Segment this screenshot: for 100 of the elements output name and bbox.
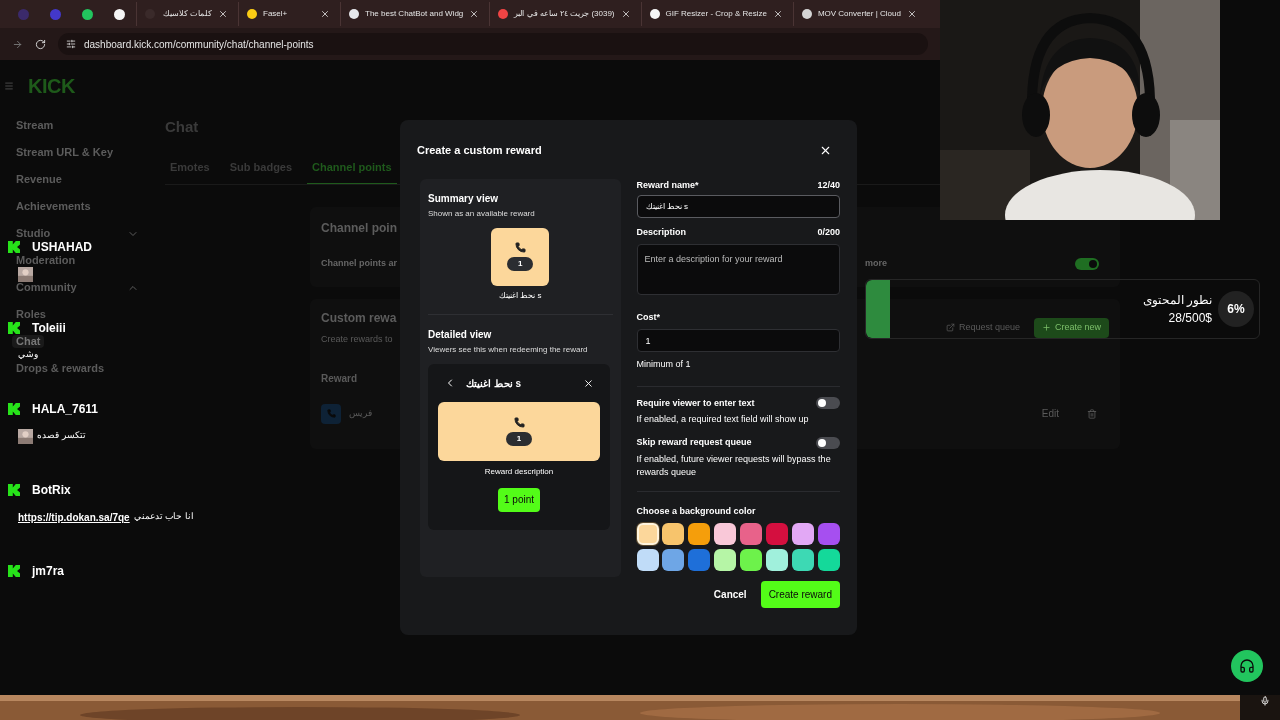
phone-icon: [513, 416, 525, 428]
description-field[interactable]: Enter a description for your reward: [636, 243, 840, 295]
browser-tab[interactable]: The best ChatBot and Widg: [340, 2, 488, 26]
toggle-switch[interactable]: [816, 436, 840, 449]
kick-icon: [8, 484, 20, 496]
redeem-button[interactable]: 1 point: [498, 487, 540, 512]
color-swatch[interactable]: [662, 523, 685, 545]
sidebar-item[interactable]: Stream: [12, 119, 58, 132]
color-swatch[interactable]: [740, 549, 763, 571]
tab-title: GIF Resizer - Crop & Resize: [665, 8, 767, 20]
url-text: dashboard.kick.com/community/chat/channel-points: [84, 37, 314, 52]
section-title: Choose a background color: [636, 504, 757, 518]
page-tab[interactable]: Channel points: [307, 158, 397, 184]
kick-icon: [8, 403, 20, 415]
external-link-icon: [945, 323, 955, 333]
close-icon[interactable]: [620, 9, 631, 19]
tab-title: Fasel+: [263, 8, 289, 20]
browser-tab[interactable]: MOV Converter | Cloud: [792, 2, 925, 26]
close-icon[interactable]: [906, 9, 917, 19]
chat-username: Toleiii: [32, 320, 66, 337]
color-swatch[interactable]: [688, 549, 711, 571]
color-swatch[interactable]: [792, 549, 815, 571]
more-link[interactable]: more: [865, 257, 888, 271]
sidebar-item[interactable]: Community: [12, 281, 81, 294]
reward-description: Reward description: [484, 465, 554, 478]
field-label: Reward name*: [636, 178, 699, 192]
phone-icon: [514, 242, 526, 253]
browser-tab[interactable]: Fasel+: [238, 2, 338, 26]
cancel-button[interactable]: Cancel: [711, 587, 749, 602]
kick-icon: [8, 565, 20, 577]
field-label: Description: [636, 226, 687, 239]
toggle-switch[interactable]: [1075, 257, 1099, 270]
cost-field[interactable]: 1: [636, 329, 840, 352]
chat-message: وشي: [18, 348, 38, 362]
color-swatch[interactable]: [740, 523, 763, 545]
color-swatch[interactable]: [766, 523, 789, 545]
kick-logo[interactable]: KICK: [28, 71, 75, 101]
color-swatch[interactable]: [818, 549, 841, 571]
close-icon[interactable]: [583, 377, 594, 389]
reward-name: فريس: [349, 406, 372, 421]
color-swatch[interactable]: [662, 549, 685, 571]
color-swatch[interactable]: [688, 523, 711, 545]
support-button[interactable]: [1231, 650, 1263, 682]
field-hint: Minimum of 1: [636, 358, 692, 371]
card-subtitle: Create rewards to: [321, 333, 393, 346]
toggle-label: Skip reward request queue: [636, 436, 752, 449]
toggle-hint: If enabled, a required text field will show up: [636, 413, 810, 426]
section-title: Summary view: [428, 191, 500, 206]
tab-title: MOV Converter | Cloud: [817, 8, 901, 20]
section-subtitle: Shown as an available reward: [428, 207, 536, 220]
close-icon[interactable]: [320, 9, 330, 19]
color-swatch[interactable]: [714, 549, 737, 571]
color-swatch[interactable]: [766, 549, 789, 571]
site-info-icon[interactable]: [66, 39, 76, 49]
character-count: 12/40: [817, 178, 840, 192]
edit-link[interactable]: Edit: [1041, 406, 1059, 421]
browser-tab[interactable]: (3039) جريت ٢٤ ساعه في البر: [489, 2, 639, 26]
modal-title: Create a custom reward: [417, 143, 542, 158]
sidebar-item[interactable]: Studio: [12, 227, 55, 240]
sidebar-item[interactable]: Moderation: [12, 254, 80, 267]
create-new-button[interactable]: Create new: [1033, 317, 1109, 338]
color-swatch[interactable]: [636, 549, 659, 571]
close-icon[interactable]: [772, 9, 783, 19]
chat-username: jm7ra: [32, 563, 65, 580]
request-queue-button[interactable]: Request queue: [939, 317, 1026, 338]
create-reward-button[interactable]: Create reward: [760, 581, 840, 608]
kick-icon: [8, 241, 20, 253]
browser-tab[interactable]: GIF Resizer - Crop & Resize: [640, 2, 791, 26]
tab-title: The best ChatBot and Widg: [365, 8, 464, 20]
chat-username: BotRix: [32, 482, 71, 499]
reward-name: نحط اغنيتك s: [499, 289, 542, 302]
sidebar-item[interactable]: Drops & rewards: [12, 362, 109, 375]
sidebar-item[interactable]: Revenue: [12, 173, 66, 186]
section-subtitle: Viewers see this when redeeming the reward: [428, 343, 589, 356]
close-icon[interactable]: [469, 9, 480, 19]
close-icon[interactable]: [218, 9, 228, 19]
microphone-icon[interactable]: [1260, 696, 1270, 706]
card-title: Custom rewa: [321, 310, 397, 327]
color-swatch[interactable]: [818, 523, 841, 545]
color-swatch[interactable]: [636, 523, 659, 545]
sidebar-item[interactable]: Chat: [12, 335, 45, 348]
sidebar-item[interactable]: Achievements: [12, 200, 95, 213]
sidebar-item[interactable]: Stream URL & Key: [12, 146, 117, 159]
field-label: Cost*: [636, 310, 662, 324]
color-swatch[interactable]: [792, 523, 815, 545]
color-swatch[interactable]: [714, 523, 737, 545]
browser-tab[interactable]: كلمات كلاسيك: [136, 2, 236, 26]
character-count: 0/200: [817, 226, 840, 239]
trash-icon[interactable]: [1087, 408, 1097, 419]
reward-icon: [321, 403, 341, 424]
reward-name-field[interactable]: نحط اغنيتك s: [636, 195, 840, 218]
forward-icon[interactable]: [12, 38, 23, 50]
goal-amount: 28/500$: [1168, 310, 1212, 327]
tab-title: (3039) جريت ٢٤ ساعه في البر: [514, 8, 615, 20]
url-field[interactable]: dashboard.kick.com/community/chat/channel-points: [58, 33, 928, 55]
chat-link[interactable]: https://tip.dokan.sa/7qe: [18, 509, 130, 525]
sidebar-item[interactable]: Roles: [12, 308, 50, 321]
reload-icon[interactable]: [35, 38, 46, 50]
goal-percent: 6%: [1218, 291, 1254, 327]
toggle-switch[interactable]: [816, 397, 840, 410]
